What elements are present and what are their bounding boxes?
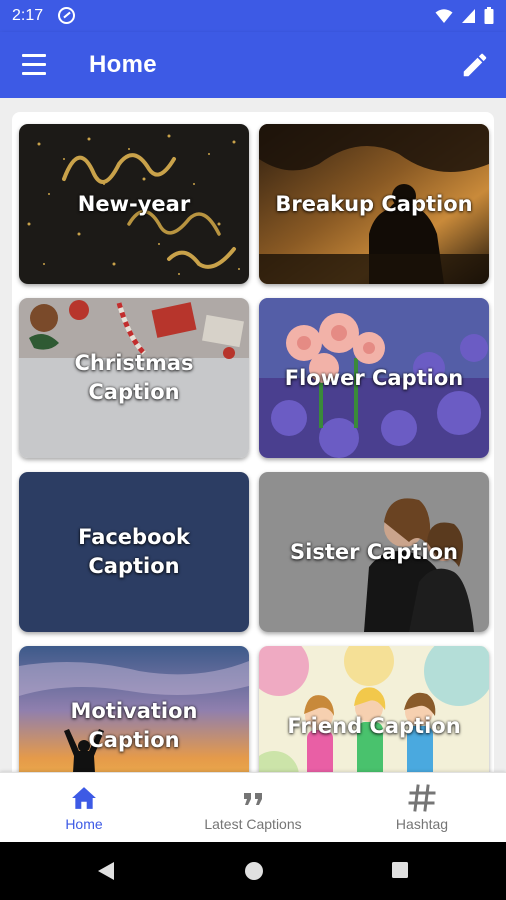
back-icon[interactable]	[96, 861, 116, 881]
card-motivation[interactable]: Motivation Caption	[19, 646, 249, 772]
card-label: Sister Caption	[290, 539, 458, 564]
card-new-year[interactable]: New-year	[19, 124, 249, 284]
nav-label: Hashtag	[395, 816, 449, 832]
wifi-icon	[435, 8, 453, 23]
menu-icon-line	[22, 63, 46, 66]
app-bar: Home	[0, 32, 506, 98]
nav-item-hashtag[interactable]: Hashtag	[338, 773, 506, 843]
content-area[interactable]: New-year Breakup Caption Christmas Capti…	[0, 98, 506, 772]
card-friend[interactable]: Friend Caption	[259, 646, 489, 772]
edit-button[interactable]	[460, 50, 490, 80]
bottom-navigation: Home Latest Captions Hashtag	[0, 772, 506, 842]
card-label: Facebook Caption	[78, 525, 190, 578]
card-flower[interactable]: Flower Caption	[259, 298, 489, 458]
nav-label: Home	[65, 816, 103, 832]
status-time: 2:17	[12, 7, 44, 24]
menu-button[interactable]	[22, 54, 48, 76]
page-title: Home	[89, 51, 157, 78]
menu-icon-line	[22, 72, 46, 75]
status-bar: 2:17	[0, 0, 506, 32]
card-label: Breakup Caption	[275, 191, 473, 216]
system-navigation-bar	[0, 842, 506, 900]
card-label: Motivation Caption	[70, 699, 198, 752]
card-breakup[interactable]: Breakup Caption	[259, 124, 489, 284]
status-icons	[435, 7, 494, 24]
home-icon	[71, 784, 97, 812]
card-label: Christmas Caption	[74, 351, 194, 404]
hashtag-icon	[408, 784, 436, 812]
card-label: Friend Caption	[287, 713, 461, 738]
signal-icon	[462, 8, 475, 23]
category-panel: New-year Breakup Caption Christmas Capti…	[12, 112, 494, 772]
recents-icon[interactable]	[391, 861, 409, 879]
battery-icon	[484, 7, 494, 24]
quote-icon	[242, 784, 264, 812]
card-label: New-year	[77, 191, 191, 216]
home-circle-icon[interactable]	[244, 861, 264, 881]
nav-item-home[interactable]: Home	[0, 773, 168, 843]
card-christmas[interactable]: Christmas Caption	[19, 298, 249, 458]
card-label: Flower Caption	[284, 365, 464, 390]
nav-label: Latest Captions	[204, 816, 302, 832]
card-sister[interactable]: Sister Caption	[259, 472, 489, 632]
pencil-icon	[463, 53, 487, 77]
menu-icon	[22, 54, 46, 57]
card-facebook[interactable]: Facebook Caption	[19, 472, 249, 632]
notification-icon	[58, 7, 75, 24]
nav-item-latest-captions[interactable]: Latest Captions	[169, 773, 337, 843]
